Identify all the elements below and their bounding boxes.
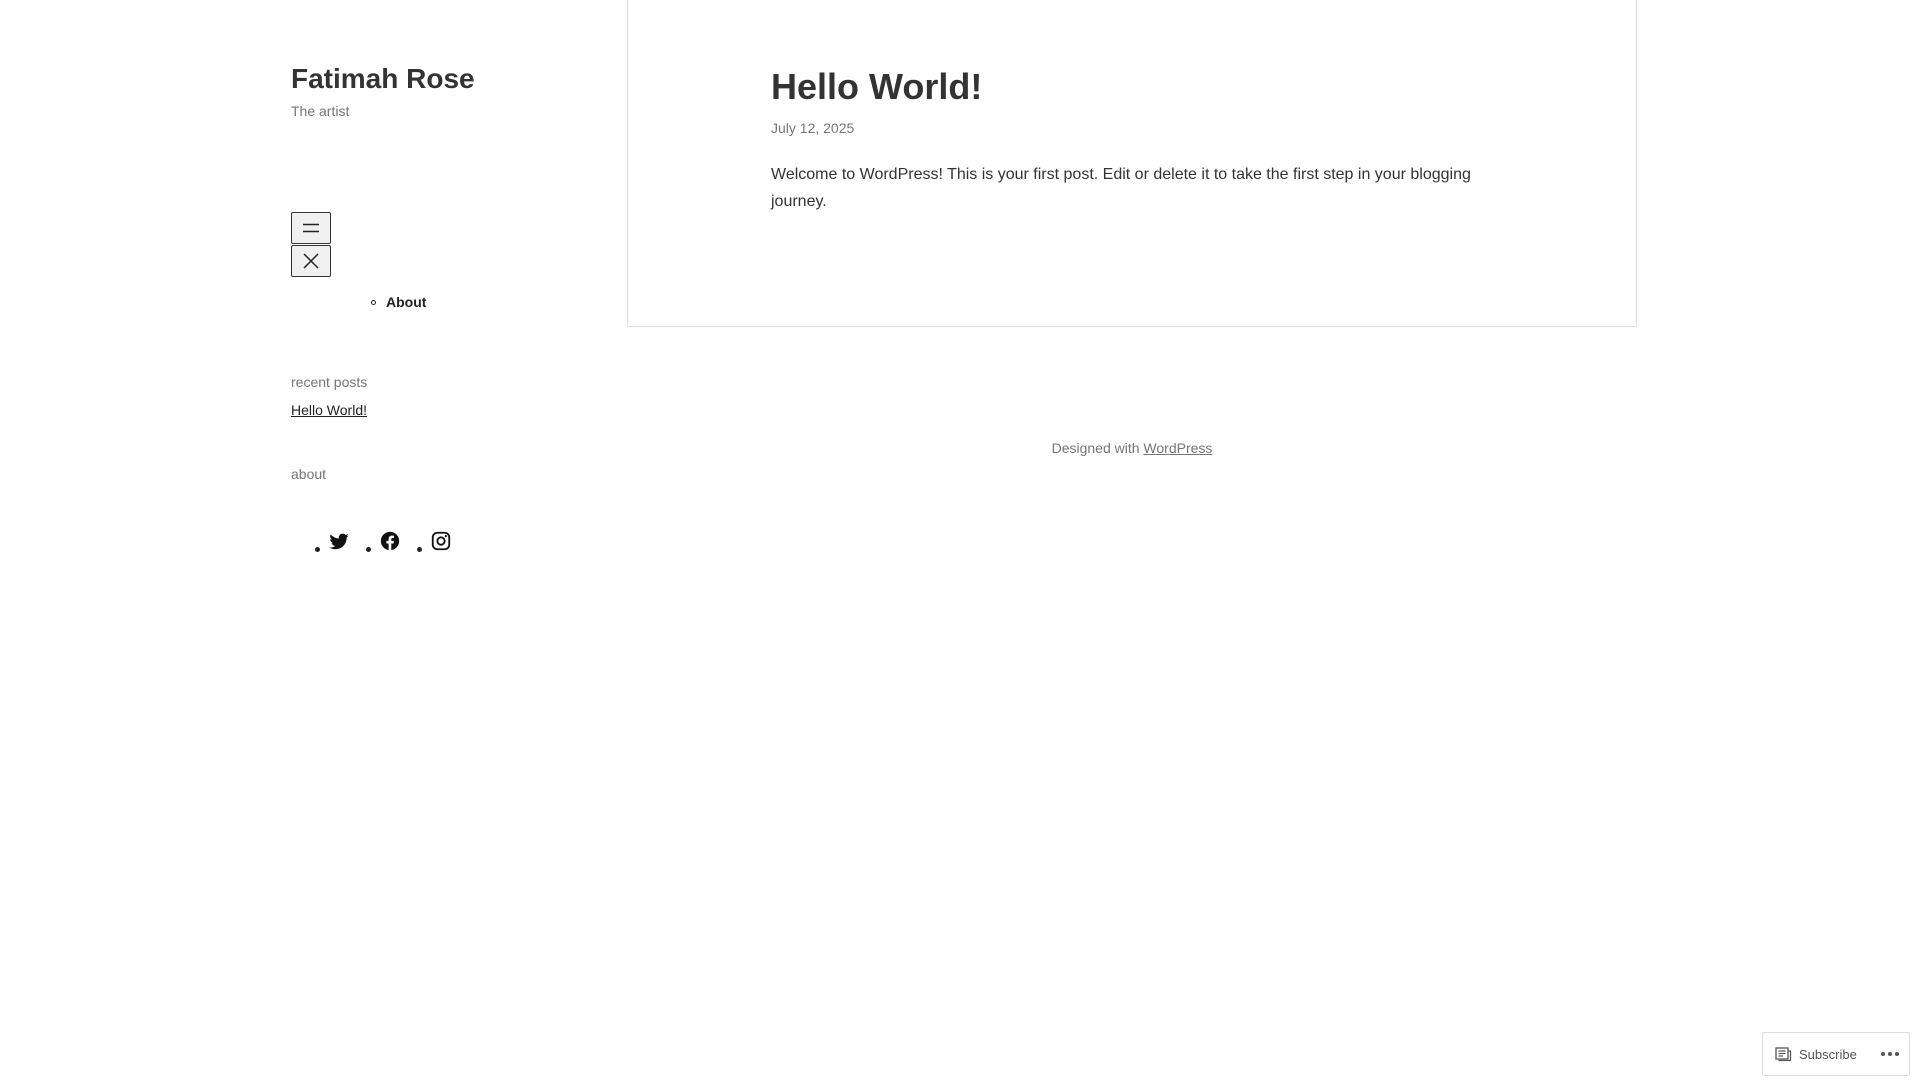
- facebook-icon[interactable]: [379, 530, 401, 552]
- recent-posts-heading: recent posts: [291, 374, 368, 390]
- subscribe-button[interactable]: Subscribe: [1763, 1033, 1857, 1075]
- post-date[interactable]: July 12, 2025: [771, 120, 854, 136]
- bullet-icon: [371, 299, 376, 305]
- post-card: Hello World! July 12, 2025 Welcome to Wo…: [627, 0, 1637, 327]
- close-menu-button[interactable]: [291, 245, 331, 277]
- about-heading: about: [291, 466, 327, 482]
- ellipsis-icon[interactable]: [1881, 1052, 1899, 1056]
- bullet-icon: [366, 547, 371, 552]
- instagram-icon[interactable]: [430, 530, 452, 552]
- footer-wordpress-link[interactable]: WordPress: [1143, 440, 1212, 456]
- footer-text: Designed with: [1051, 440, 1140, 456]
- post-title[interactable]: Hello World!: [771, 66, 982, 108]
- reader-icon: [1775, 1046, 1792, 1061]
- recent-post-link[interactable]: Hello World!: [291, 402, 367, 418]
- nav-link-about[interactable]: About: [386, 294, 426, 310]
- nav-menu: About: [371, 294, 426, 310]
- twitter-icon[interactable]: [328, 530, 350, 552]
- bullet-icon: [417, 547, 422, 552]
- bullet-icon: [315, 547, 320, 552]
- social-item: [413, 530, 464, 552]
- post-body: Welcome to WordPress! This is your first…: [771, 166, 1471, 210]
- site-tagline: The artist: [291, 103, 350, 119]
- site-title[interactable]: Fatimah Rose: [291, 63, 475, 95]
- social-item: [311, 530, 362, 552]
- subscribe-label: Subscribe: [1799, 1046, 1857, 1062]
- social-links: [311, 530, 464, 552]
- close-icon: [303, 253, 319, 269]
- subscribe-bar: Subscribe: [1762, 1032, 1910, 1076]
- social-item: [362, 530, 413, 552]
- site-footer: Designed with WordPress: [627, 440, 1637, 456]
- nav-item-about: About: [371, 294, 426, 310]
- open-menu-button[interactable]: [291, 212, 331, 244]
- hamburger-menu-icon: [303, 223, 319, 233]
